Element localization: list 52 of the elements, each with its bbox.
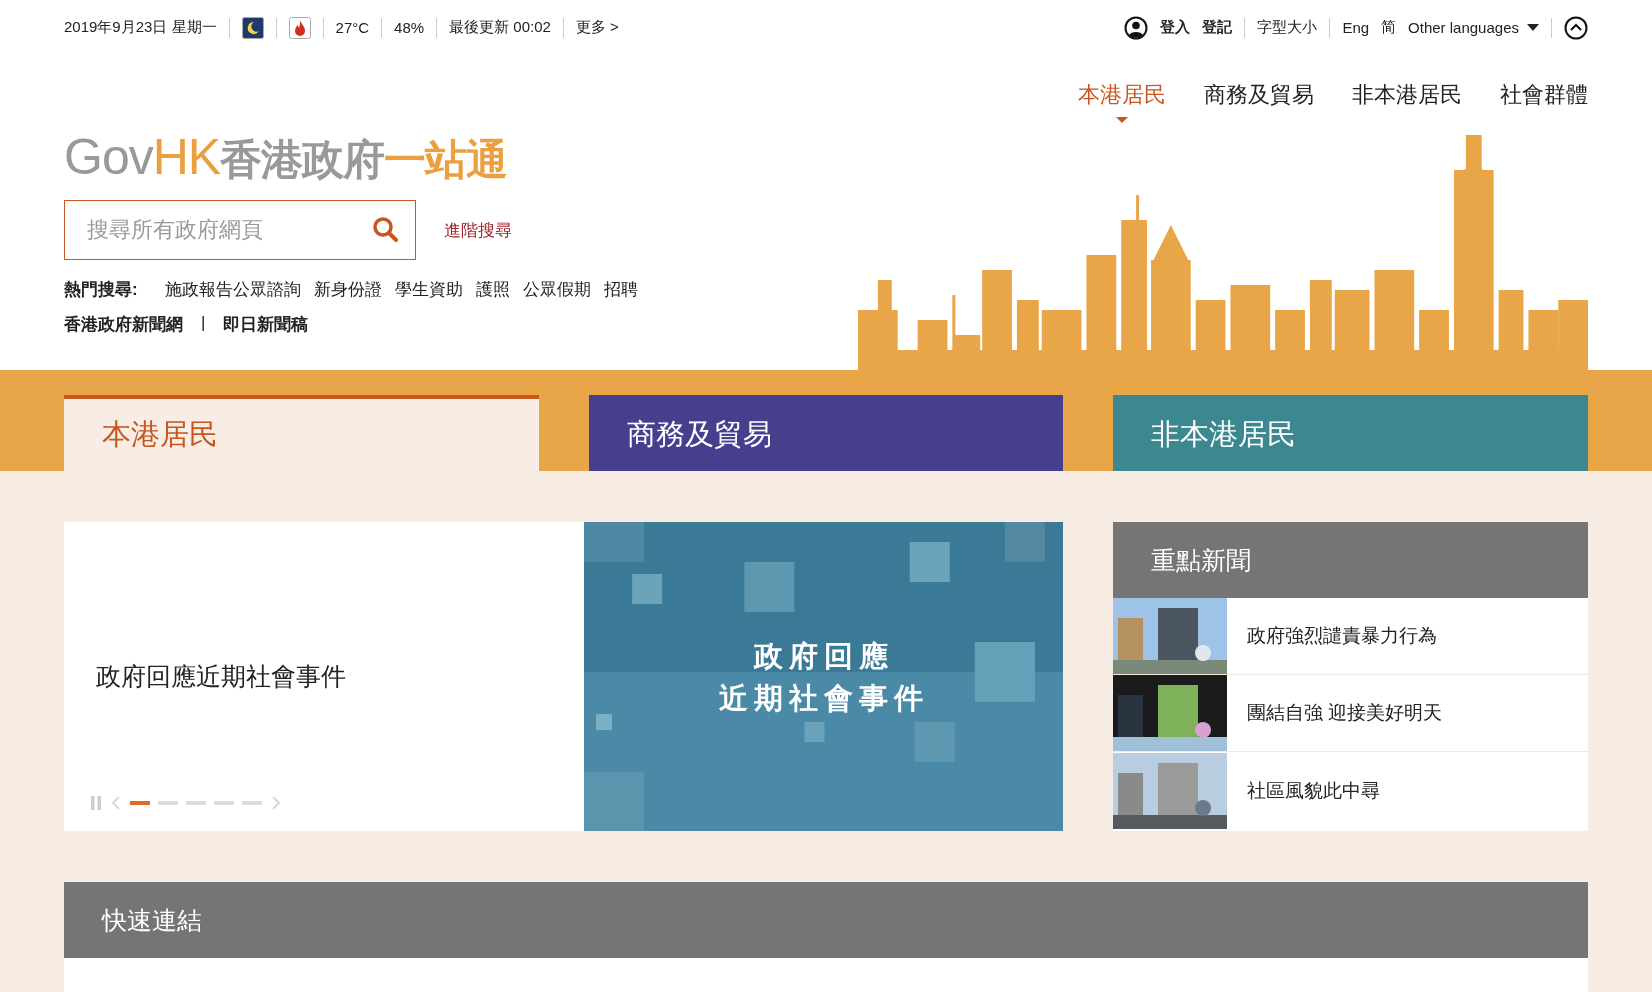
category-tab[interactable]: 商務及貿易 [588,395,1064,471]
category-tab[interactable]: 非本港居民 [1113,395,1588,471]
nav-link[interactable]: 商務及貿易 [1204,81,1314,123]
previous-icon[interactable] [110,795,122,811]
humidity-text: 48% [394,19,425,36]
hot-search-link[interactable]: 公眾假期 [522,278,591,301]
hot-search-link[interactable]: 學生資助 [394,278,463,301]
slide-caption: 政府回應近期社會事件 [96,661,346,692]
separator-text: | [201,313,206,334]
advanced-search-link[interactable]: 進階搜尋 [444,218,512,242]
hot-search-link[interactable]: 護照 [475,278,510,301]
language-link[interactable]: 简 [1381,18,1397,37]
nav-link[interactable]: 本港居民 [1078,81,1166,123]
search-icon[interactable] [372,216,400,244]
language-link[interactable]: Eng [1342,19,1370,36]
slide-indicator[interactable] [130,801,150,805]
user-icon[interactable] [1124,15,1149,40]
hot-search-link[interactable]: 招聘 [603,278,638,301]
flame-icon[interactable] [288,16,311,39]
news-headline[interactable]: 團結自強 迎接美好明天 [1227,700,1443,726]
nav-link[interactable]: 社會群體 [1500,81,1588,123]
next-icon[interactable] [270,795,282,811]
hot-search-link[interactable]: 新身份證 [313,278,382,301]
top-news-header: 重點新聞 [1113,522,1588,598]
pause-icon[interactable] [90,795,102,811]
slide-indicator[interactable] [214,801,234,805]
news-headline[interactable]: 政府強烈譴責暴力行為 [1227,623,1437,649]
quick-links-header: 快速連結 [64,882,1588,958]
category-tab[interactable]: 本港居民 [64,395,539,471]
font-size-link[interactable]: 字型大小 [1257,18,1318,37]
nav-link[interactable]: 非本港居民 [1352,81,1462,123]
temperature-text: 27°C [335,19,370,36]
news-link[interactable]: 香港政府新聞網 [64,313,183,336]
last-update-text: 最後更新 00:02 [449,18,551,37]
other-languages-dropdown[interactable]: Other languages [1408,19,1539,36]
login-link[interactable]: 登入 [1160,18,1191,37]
search-field[interactable]: 搜尋所有政府網頁 [64,200,416,260]
slide-indicator[interactable] [242,801,262,805]
scroll-up-icon[interactable] [1564,15,1588,40]
hot-search-link[interactable]: 施政報告公眾諮詢 [164,278,301,301]
slide-indicator[interactable] [158,801,178,805]
more-link[interactable]: 更多 > [575,18,619,37]
banner-text: 政府回應 [753,638,894,674]
slide-indicator[interactable] [186,801,206,805]
banner-text: 近期社會事件 [718,680,929,716]
caret-icon [1527,23,1539,32]
news-headline[interactable]: 社區風貌此中尋 [1227,777,1380,804]
register-link[interactable]: 登記 [1202,18,1233,37]
hot-search-label: 熱門搜尋: [64,279,138,301]
news-link[interactable]: 即日新聞稿 [223,313,309,336]
moon-icon[interactable] [241,16,264,39]
date-text: 2019年9月23日 星期一 [64,18,217,37]
